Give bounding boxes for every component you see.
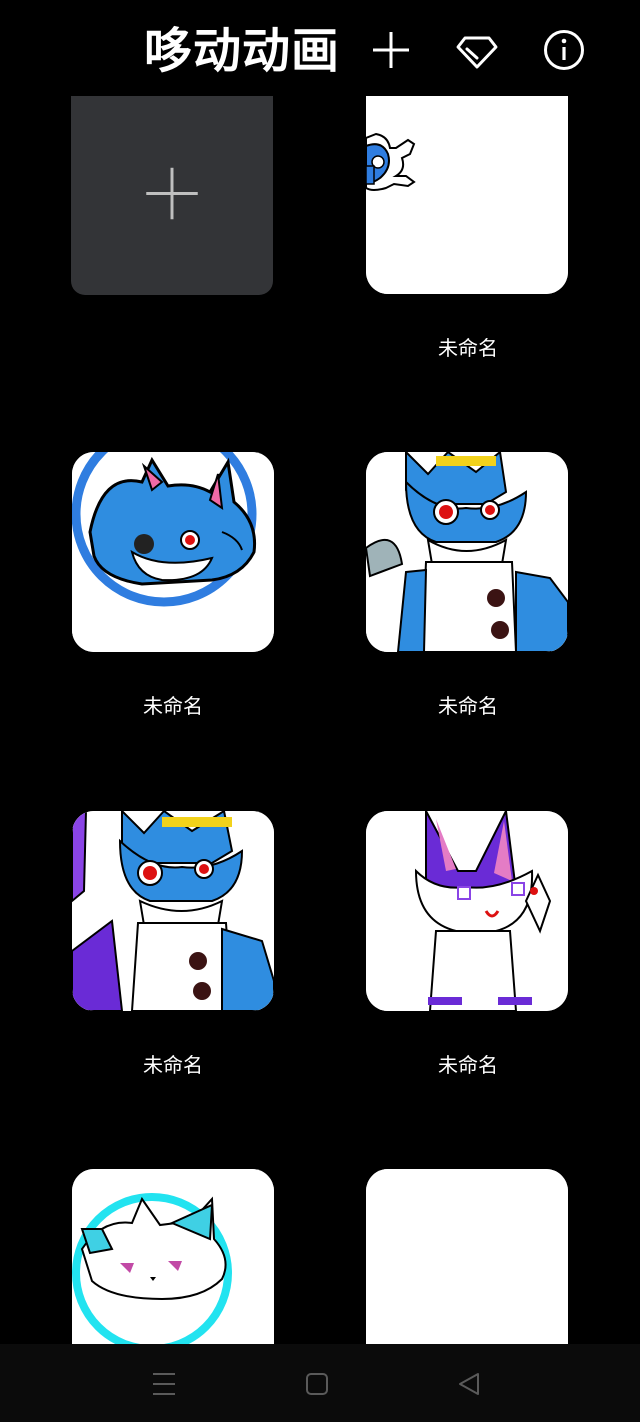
- recent-apps-button[interactable]: [144, 1364, 184, 1404]
- drawing-preview: [366, 452, 568, 652]
- info-icon: [544, 30, 584, 70]
- plus-icon: [146, 167, 198, 220]
- drawing-preview: [72, 1169, 274, 1344]
- drawing-preview: [366, 811, 568, 1011]
- drawing-preview: [72, 811, 274, 1011]
- animation-title[interactable]: 未命名: [366, 1049, 570, 1078]
- premium-button[interactable]: [455, 28, 499, 72]
- animation-thumbnail[interactable]: [72, 452, 274, 652]
- info-button[interactable]: [542, 28, 586, 72]
- triangle-back-icon: [459, 1373, 479, 1395]
- animation-title[interactable]: 未命名: [366, 690, 570, 719]
- plus-icon: [373, 32, 409, 68]
- animation-title[interactable]: 未命名: [366, 332, 570, 361]
- animation-thumbnail[interactable]: [366, 1169, 568, 1344]
- animation-thumbnail[interactable]: [72, 1169, 274, 1344]
- drawing-preview: [72, 452, 274, 652]
- new-animation-card[interactable]: [71, 96, 273, 295]
- animation-grid: 未命名 未命名 未命名 未命名 未命名: [0, 96, 640, 1344]
- top-bar: 哆动动画: [0, 0, 640, 96]
- system-navigation-bar: [0, 1344, 640, 1422]
- home-button[interactable]: [297, 1364, 337, 1404]
- animation-thumbnail[interactable]: [366, 811, 568, 1011]
- animation-title[interactable]: 未命名: [71, 690, 275, 719]
- animation-title[interactable]: 未命名: [71, 1049, 275, 1078]
- diamond-icon: [456, 36, 498, 69]
- drawing-preview: [366, 1169, 568, 1344]
- menu-icon: [153, 1373, 175, 1395]
- animation-thumbnail[interactable]: [72, 811, 274, 1011]
- drawing-preview: [366, 96, 568, 294]
- app-title: 哆动动画: [144, 23, 341, 79]
- back-button[interactable]: [449, 1364, 489, 1404]
- animation-thumbnail[interactable]: [366, 96, 568, 294]
- add-button[interactable]: [369, 28, 413, 72]
- square-icon: [306, 1373, 328, 1395]
- animation-thumbnail[interactable]: [366, 452, 568, 652]
